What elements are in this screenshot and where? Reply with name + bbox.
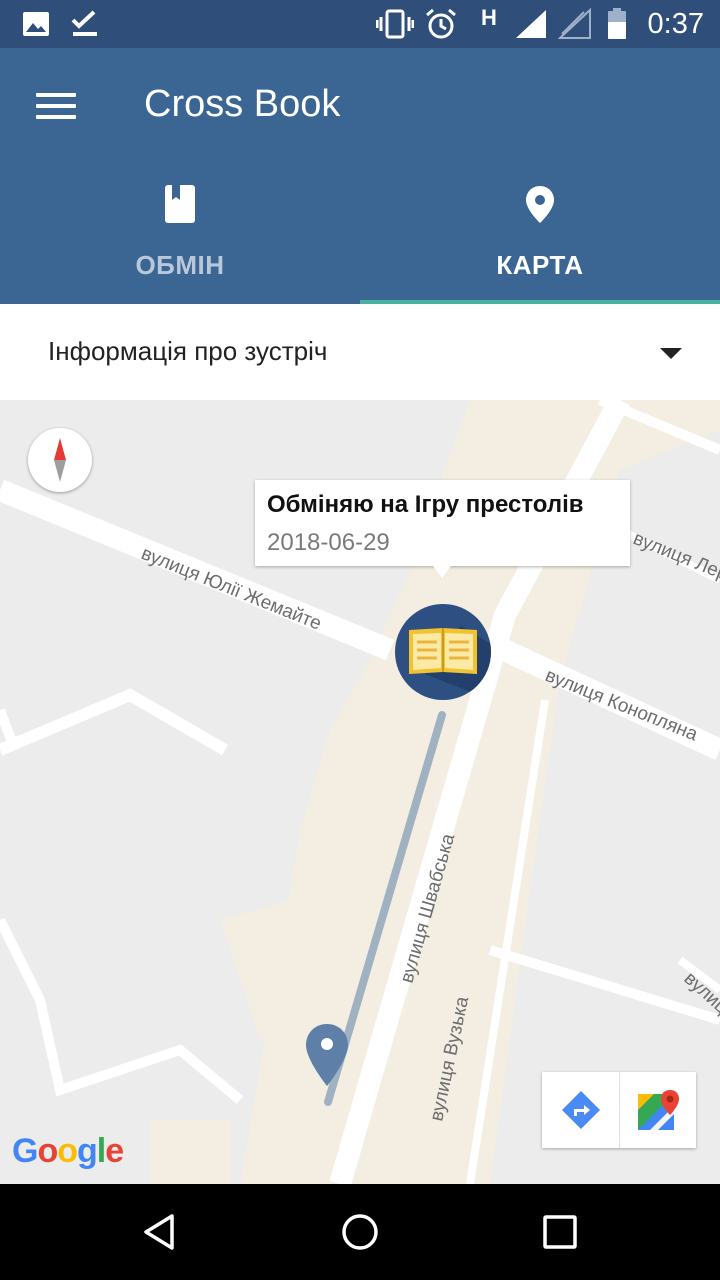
open-in-maps-button[interactable]	[619, 1072, 696, 1148]
book-marker[interactable]	[395, 604, 491, 700]
map-view[interactable]: вулиця Юлії Жемайте вулиця Лерм вулиця К…	[0, 400, 720, 1184]
info-window-date: 2018-06-29	[267, 529, 390, 556]
map-toolbar	[542, 1072, 696, 1148]
open-book-icon	[409, 626, 491, 700]
map-pin-icon	[306, 1024, 348, 1086]
recents-button[interactable]	[536, 1208, 584, 1256]
svg-text:Google: Google	[12, 1132, 123, 1170]
app-title: Cross Book	[144, 83, 341, 125]
status-bar: H 0:37	[0, 0, 720, 48]
compass-button[interactable]	[28, 428, 92, 492]
marker-info-window[interactable]: Обміняю на Ігру престолів 2018-06-29	[255, 480, 630, 578]
home-icon	[342, 1214, 378, 1250]
tab-exchange[interactable]: ОБМІН	[0, 176, 360, 302]
meeting-info-dropdown[interactable]: Інформація про зустріч	[0, 304, 720, 400]
vibrate-icon	[376, 8, 414, 40]
home-button[interactable]	[336, 1208, 384, 1256]
directions-icon	[561, 1091, 600, 1129]
menu-button[interactable]	[24, 82, 88, 130]
info-window-title: Обміняю на Ігру престолів	[267, 491, 584, 518]
tab-map-label: КАРТА	[496, 250, 584, 280]
info-window-tail	[433, 566, 451, 578]
street-label: вулиця Коноплянa	[542, 665, 701, 745]
signal-icon	[514, 8, 548, 40]
hamburger-line	[36, 93, 76, 97]
compass-icon	[54, 438, 66, 482]
image-icon	[22, 8, 50, 40]
location-pin-icon	[520, 184, 560, 224]
navigation-bar	[0, 1184, 720, 1280]
checkmark-icon	[70, 8, 100, 40]
dropdown-arrow-icon	[660, 348, 682, 359]
recents-icon	[543, 1215, 577, 1249]
book-icon	[160, 184, 200, 224]
google-maps-icon	[638, 1090, 679, 1130]
back-icon	[144, 1214, 174, 1250]
clock: 0:37	[647, 8, 704, 40]
tab-map[interactable]: КАРТА	[360, 176, 720, 302]
directions-button[interactable]	[542, 1072, 619, 1148]
hamburger-line	[36, 104, 76, 108]
network-type-label: H	[481, 5, 497, 30]
hamburger-line	[36, 115, 76, 119]
app-bar: Cross Book ОБМІН КАРТА	[0, 48, 720, 304]
meeting-info-label: Інформація про зустріч	[48, 336, 328, 366]
battery-icon	[606, 8, 628, 40]
tab-exchange-label: ОБМІН	[135, 250, 225, 280]
alarm-icon	[424, 8, 458, 40]
signal-empty-icon	[558, 8, 592, 40]
location-marker[interactable]	[304, 1022, 350, 1088]
google-logo: Google	[12, 1130, 132, 1183]
street-label: вулиця Лерм	[630, 528, 720, 590]
back-button[interactable]	[136, 1208, 184, 1256]
